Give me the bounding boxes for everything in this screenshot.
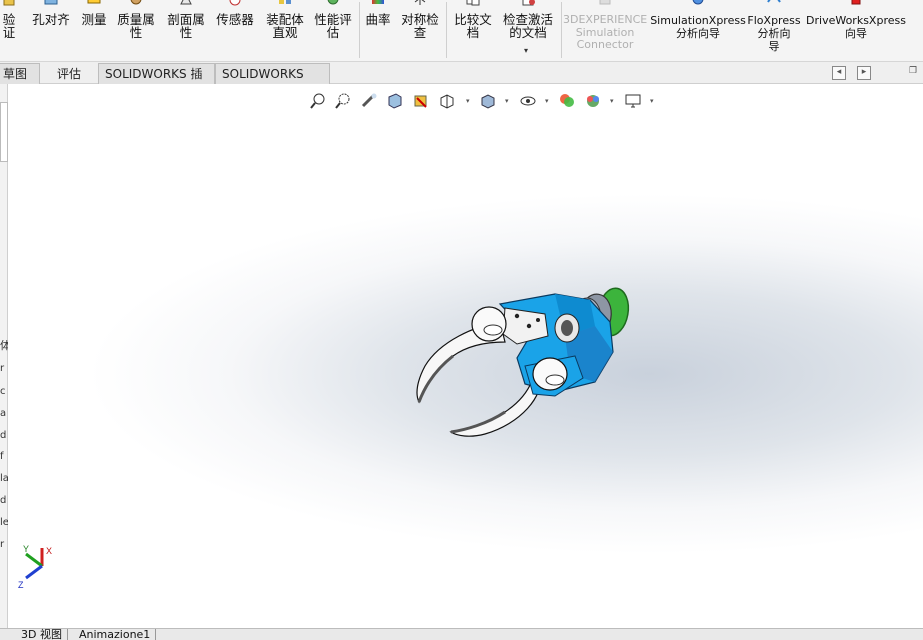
zoom-to-fit-icon[interactable] [309,92,327,110]
assembly-visualization-icon [279,0,291,4]
compare-documents-icon [466,0,480,6]
restore-window-icon[interactable]: ❐ [906,66,920,80]
assembly-visualization-button[interactable]: 装配体 直观 [262,0,308,60]
symmetry-check-label: 对称检 查 [401,12,439,40]
hole-alignment-icon [44,0,58,5]
left-panel-text: la [0,473,8,484]
view-settings-dropdown[interactable]: ▾ [650,97,654,105]
left-panel-text: r [0,363,5,374]
driveworksxpress-icon [851,0,861,5]
left-panel-text: r [0,539,5,550]
triad-label-x: X [46,546,52,556]
x-axis-green [25,552,43,568]
left-panel-text: le [0,517,8,528]
view-settings-icon[interactable] [624,92,642,110]
bottom-view-tabs: 3D 视图 Animazione1 [0,628,923,640]
scroll-left-icon[interactable]: ◂ [832,66,846,80]
section-view-icon[interactable] [386,92,404,110]
section-properties-button[interactable]: 剖面属 性 [162,0,210,60]
apply-scene-dropdown[interactable]: ▾ [610,97,614,105]
mass-properties-button[interactable]: 质量属 性 [113,0,159,60]
ribbon-separator [446,2,447,58]
hide-show-dropdown[interactable]: ▾ [545,97,549,105]
assembly-visualization-label: 装配体 直观 [266,12,304,40]
hide-show-items-icon[interactable] [519,92,537,110]
display-style-icon[interactable] [479,92,497,110]
driveworksxpress-button[interactable]: DriveWorksXpress 向导 [806,0,906,60]
symmetry-check-button[interactable]: 对称检 查 [397,0,443,60]
performance-evaluation-button[interactable]: 性能评 估 [310,0,356,60]
reference-triad: Y X Z [18,544,52,590]
dynamic-annotation-icon[interactable] [412,92,430,110]
tab-sketch[interactable]: 草图 [0,63,40,84]
3dexperience-simulation-connector-button[interactable]: 3DEXPERIENCE Simulation Connector [563,0,647,60]
gauge-icon [229,0,241,6]
view-orientation-icon[interactable] [438,92,456,110]
check-document-icon [522,0,535,6]
left-panel-text: a [0,408,7,419]
triad-label-y: Y [23,544,29,554]
left-panel-field[interactable] [0,102,8,162]
tab-solidworks-mbd[interactable]: SOLIDWORKS MBD [215,63,330,101]
gripper-model[interactable] [405,286,640,446]
ribbon-separator [561,2,562,58]
command-manager-ribbon: 验 证 孔对齐 测量 质量属 性 剖面属 性 传感器 装配体 直观 性能评 估 … [0,0,923,62]
mass-properties-label: 质量属 性 [117,12,155,40]
performance-evaluation-label: 性能评 估 [314,12,352,40]
tab-solidworks-addins[interactable]: SOLIDWORKS 插件 [98,63,215,101]
floxpress-button[interactable]: FloXpress 分析向 导 [746,0,802,60]
sensor-label: 传感器 [216,12,254,27]
tab-evaluate[interactable]: 评估 [50,63,94,84]
hole-alignment-label: 孔对齐 [32,12,70,27]
left-panel-text: d [0,495,7,506]
performance-icon [327,0,339,5]
measure-button[interactable]: 测量 [78,0,110,60]
edit-appearance-icon[interactable] [558,92,576,110]
simulationxpress-label: SimulationXpress 分析向导 [650,14,746,40]
symmetry-icon [414,0,426,5]
left-panel-tab-label[interactable]: 体 [0,340,8,352]
3dexperience-simulation-label: 3DEXPERIENCE Simulation Connector [563,13,648,51]
floxpress-label: FloXpress 分析向 导 [747,14,801,53]
apply-scene-icon[interactable] [584,92,602,110]
check-active-document-button[interactable]: 检查激活 的文档 ▾ [498,0,558,60]
check-document-dropdown[interactable]: ▾ [524,44,528,57]
driveworksxpress-label: DriveWorksXpress 向导 [806,14,906,40]
design-check-button[interactable]: 验 证 [0,0,24,60]
design-check-icon [3,0,15,6]
section-icon [180,0,192,5]
section-properties-label: 剖面属 性 [167,12,205,40]
left-panel-text: d [0,430,7,441]
feature-manager-collapsed: 体 r c a d f la d le r [0,84,8,628]
previous-view-icon[interactable] [360,92,378,110]
left-panel-text: f [0,451,4,462]
sensor-button[interactable]: 传感器 [212,0,258,60]
compare-documents-label: 比较文 档 [454,12,492,40]
display-style-dropdown[interactable]: ▾ [505,97,509,105]
3dexperience-icon [599,0,611,5]
z-axis-blue [25,564,43,580]
hole-alignment-button[interactable]: 孔对齐 [28,0,74,60]
ribbon-separator [359,2,360,58]
measure-label: 测量 [81,12,107,27]
command-manager-tabs: 草图 评估 SOLIDWORKS 插件 SOLIDWORKS MBD [0,62,923,101]
tab-animation[interactable]: Animazione1 [74,629,157,640]
tab-3d-view[interactable]: 3D 视图 [16,629,68,640]
ruler-icon [87,0,101,4]
triad-label-z: Z [18,580,24,590]
floxpress-icon [767,0,781,3]
design-check-label: 验 证 [2,12,16,40]
curvature-label: 曲率 [365,12,391,27]
check-active-document-label: 检查激活 的文档 [502,12,553,40]
simulationxpress-icon [692,0,704,5]
curvature-button[interactable]: 曲率 [362,0,394,60]
curvature-icon [372,0,384,4]
zoom-to-area-icon[interactable] [334,92,352,110]
simulationxpress-button[interactable]: SimulationXpress 分析向导 [648,0,748,60]
scroll-right-icon[interactable]: ▸ [857,66,871,80]
left-panel-text: c [0,386,6,397]
view-orientation-dropdown[interactable]: ▾ [466,97,470,105]
compare-documents-button[interactable]: 比较文 档 [450,0,496,60]
scale-icon [130,0,142,5]
